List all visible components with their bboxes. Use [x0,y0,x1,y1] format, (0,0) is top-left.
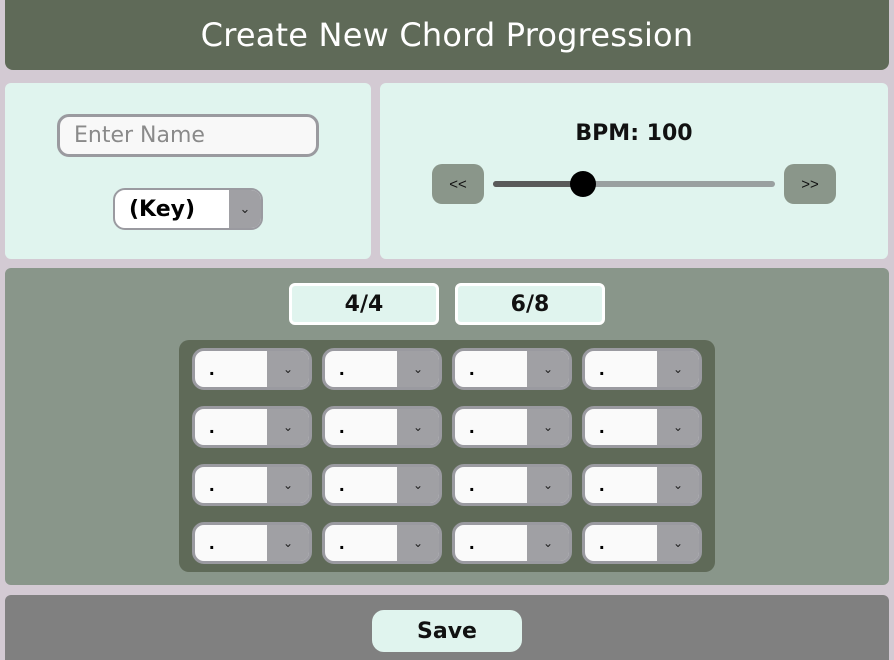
chevron-down-icon[interactable]: ⌄ [527,467,569,503]
chord-select-value: . [339,531,345,554]
name-input[interactable] [57,114,319,157]
bpm-slider[interactable] [493,171,775,197]
chord-select-value: . [599,357,605,380]
details-panel: (Key) ⌄ [5,83,371,259]
chord-select[interactable]: . ⌄ [452,522,572,564]
footer-bar: Save [5,595,889,660]
chevron-down-icon[interactable]: ⌄ [657,467,699,503]
chevron-down-icon[interactable]: ⌄ [527,409,569,445]
chord-grid: . ⌄. ⌄. ⌄. ⌄. ⌄. ⌄. ⌄. ⌄. ⌄. ⌄. ⌄. ⌄. ⌄. ⌄. ⌄. ⌄ [179,340,715,572]
chevron-down-icon[interactable]: ⌄ [657,525,699,561]
key-select[interactable]: (Key) ⌄ [113,188,263,230]
chord-select-value: . [599,415,605,438]
chord-select[interactable]: . ⌄ [452,348,572,390]
chevron-down-icon[interactable]: ⌄ [267,525,309,561]
chord-select[interactable]: . ⌄ [322,406,442,448]
chord-select-value: . [469,473,475,496]
chord-select-value: . [209,357,215,380]
chord-select[interactable]: . ⌄ [192,464,312,506]
chord-select[interactable]: . ⌄ [452,406,572,448]
chord-select-value: . [469,357,475,380]
chord-select[interactable]: . ⌄ [452,464,572,506]
app-header: Create New Chord Progression [5,0,889,70]
chord-select-value: . [469,415,475,438]
chevron-down-icon[interactable]: ⌄ [267,351,309,387]
chord-select-value: . [209,531,215,554]
chord-select[interactable]: . ⌄ [322,464,442,506]
chevron-down-icon[interactable]: ⌄ [527,525,569,561]
bpm-slider-thumb[interactable] [570,171,597,197]
chord-select-value: . [209,473,215,496]
chevron-down-icon[interactable]: ⌄ [267,467,309,503]
chevron-down-icon[interactable]: ⌄ [267,409,309,445]
chord-select[interactable]: . ⌄ [582,406,702,448]
key-select-value: (Key) [129,196,196,222]
chord-select-value: . [469,531,475,554]
chevron-down-icon[interactable]: ⌄ [397,351,439,387]
page-title: Create New Chord Progression [200,16,694,54]
chord-select[interactable]: . ⌄ [322,522,442,564]
chevron-down-icon[interactable]: ⌄ [397,409,439,445]
chord-select[interactable]: . ⌄ [192,348,312,390]
chord-select[interactable]: . ⌄ [192,406,312,448]
decrease-bpm-button[interactable]: << [432,164,484,204]
tempo-panel: BPM: 100 << >> [380,83,888,259]
chevron-down-icon[interactable]: ⌄ [397,525,439,561]
time-signature-6-8-button[interactable]: 6/8 [455,283,605,325]
chord-select[interactable]: . ⌄ [582,348,702,390]
chord-select-value: . [599,473,605,496]
chord-select[interactable]: . ⌄ [192,522,312,564]
chord-select[interactable]: . ⌄ [582,522,702,564]
chevron-down-icon[interactable]: ⌄ [527,351,569,387]
chord-select-value: . [209,415,215,438]
time-signature-4-4-button[interactable]: 4/4 [289,283,439,325]
chord-select-value: . [339,473,345,496]
chord-select[interactable]: . ⌄ [582,464,702,506]
chevron-down-icon[interactable]: ⌄ [229,190,261,228]
progression-panel: 4/4 6/8 . ⌄. ⌄. ⌄. ⌄. ⌄. ⌄. ⌄. ⌄. ⌄. ⌄. ⌄. ⌄. ⌄. ⌄. ⌄. ⌄ [5,268,889,585]
increase-bpm-button[interactable]: >> [784,164,836,204]
chevron-down-icon[interactable]: ⌄ [397,467,439,503]
chevron-down-icon[interactable]: ⌄ [657,409,699,445]
chevron-down-icon[interactable]: ⌄ [657,351,699,387]
save-button[interactable]: Save [372,610,522,652]
chord-select[interactable]: . ⌄ [322,348,442,390]
chord-select-value: . [599,531,605,554]
chord-select-value: . [339,415,345,438]
chord-select-value: . [339,357,345,380]
bpm-label: BPM: 100 [575,121,693,146]
